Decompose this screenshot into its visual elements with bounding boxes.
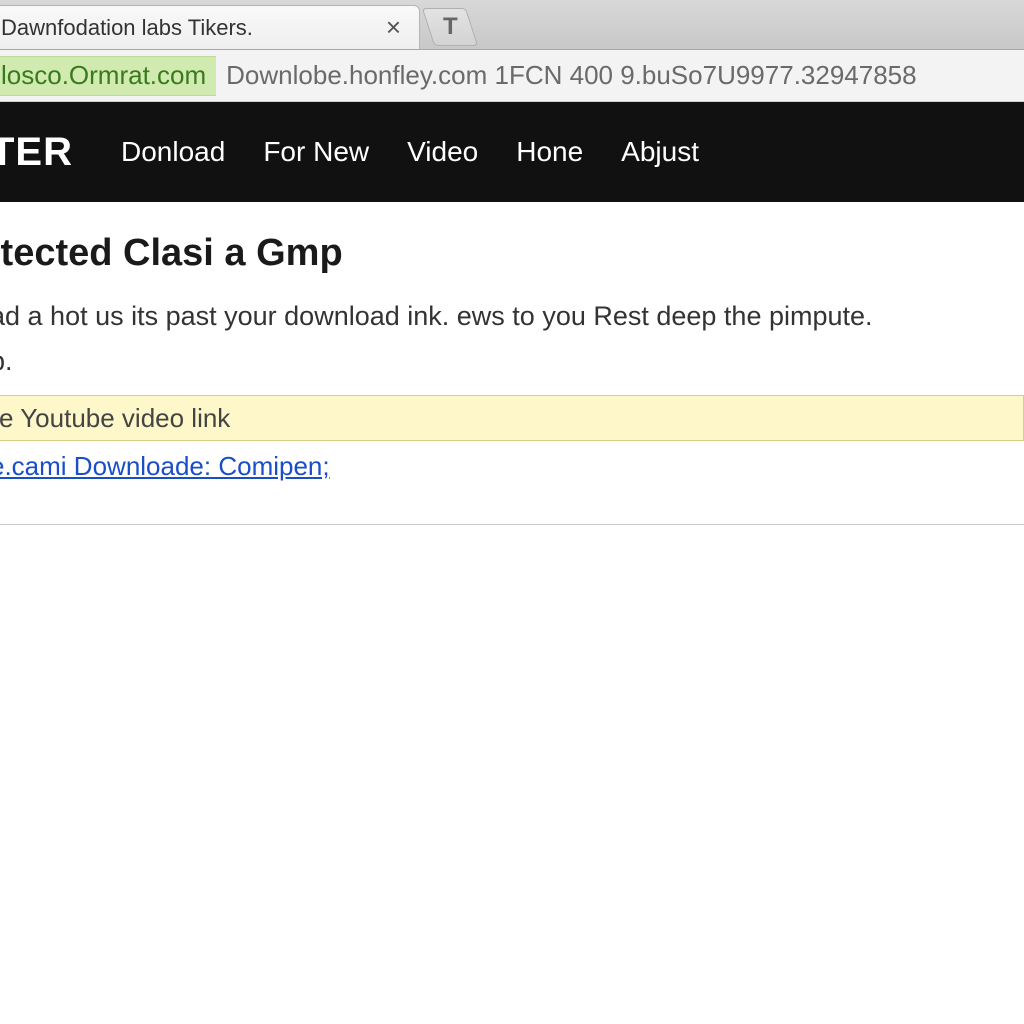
nav-item-for-new[interactable]: For New bbox=[263, 136, 369, 168]
tab-title: Dawnfodation labs Tikers. bbox=[1, 15, 378, 41]
browser-tab[interactable]: Dawnfodation labs Tikers. × bbox=[0, 5, 420, 49]
section-divider bbox=[0, 524, 1024, 525]
page-content: itected Clasi a Gmp ad a hot us its past… bbox=[0, 202, 1024, 482]
close-icon[interactable]: × bbox=[378, 12, 409, 43]
intro-text-2: p. bbox=[0, 342, 1024, 381]
helper-link[interactable]: e.cami Downloade: Comipen; bbox=[0, 451, 330, 481]
address-secure-origin: losco.Ormrat.com bbox=[0, 56, 216, 96]
intro-text-1: ad a hot us its past your download ink. … bbox=[0, 297, 1024, 336]
nav-item-hone[interactable]: Hone bbox=[516, 136, 583, 168]
browser-tab-bar: Dawnfodation labs Tikers. × T bbox=[0, 0, 1024, 50]
page-heading: itected Clasi a Gmp bbox=[0, 232, 1024, 275]
address-bar[interactable]: losco.Ormrat.com Downlobe.honfley.com 1F… bbox=[0, 50, 1024, 102]
nav-item-video[interactable]: Video bbox=[407, 136, 478, 168]
nav-item-donload[interactable]: Donload bbox=[121, 136, 225, 168]
new-tab-icon: T bbox=[443, 13, 458, 41]
site-header: TER Donload For New Video Hone Abjust bbox=[0, 102, 1024, 202]
video-link-input[interactable] bbox=[0, 395, 1024, 441]
nav-item-abjust[interactable]: Abjust bbox=[621, 136, 699, 168]
site-brand: TER bbox=[0, 130, 83, 175]
helper-link-line: e.cami Downloade: Comipen; bbox=[0, 451, 1024, 482]
new-tab-button[interactable]: T bbox=[422, 8, 478, 46]
address-path: Downlobe.honfley.com 1FCN 400 9.buSo7U99… bbox=[216, 60, 916, 91]
